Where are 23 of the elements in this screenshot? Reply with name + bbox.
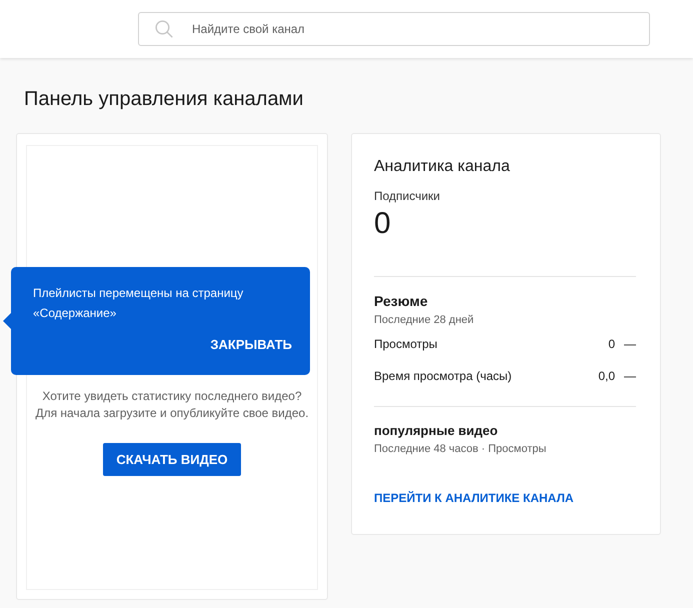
analytics-title: Аналитика канала	[374, 157, 511, 177]
metric-label: Время просмотра (часы)	[374, 368, 512, 385]
video-stats-message: Хотите увидеть статистику последнего видео?	[42, 388, 302, 405]
metric-trend: —	[624, 336, 636, 353]
metric-value: 0,0	[598, 368, 615, 385]
search-icon	[155, 20, 173, 38]
close-tooltip-button[interactable]: ЗАКРЫВАТЬ	[210, 335, 292, 354]
tooltip-message: Плейлисты перемещены на страницу «Содержание»	[33, 285, 244, 322]
channel-analytics-link[interactable]: ПЕРЕЙТИ К АНАЛИТИКЕ КАНАЛА	[374, 490, 574, 506]
summary-period: Последние 28 дней	[374, 313, 475, 327]
popular-videos-title: популярные видео	[374, 422, 499, 440]
upload-video-button[interactable]: СКАЧАТЬ ВИДЕО	[103, 443, 241, 476]
video-stats-message: Для начала загрузите и опубликуйте свое видео.	[35, 405, 309, 422]
subscribers-label: Подписчики	[374, 188, 442, 204]
metric-label: Просмотры	[374, 336, 438, 353]
search-field[interactable]: Найдите свой канал	[138, 12, 650, 46]
metric-trend: —	[624, 368, 636, 385]
metric-value: 0	[608, 336, 615, 353]
subscribers-count: 0	[374, 206, 391, 242]
page-title: Панель управления каналами	[24, 87, 304, 112]
summary-title: Резюме	[374, 292, 429, 310]
search-input[interactable]: Найдите свой канал	[192, 20, 649, 38]
popular-videos-subtitle: Последние 48 часов · Просмотры	[374, 442, 548, 456]
